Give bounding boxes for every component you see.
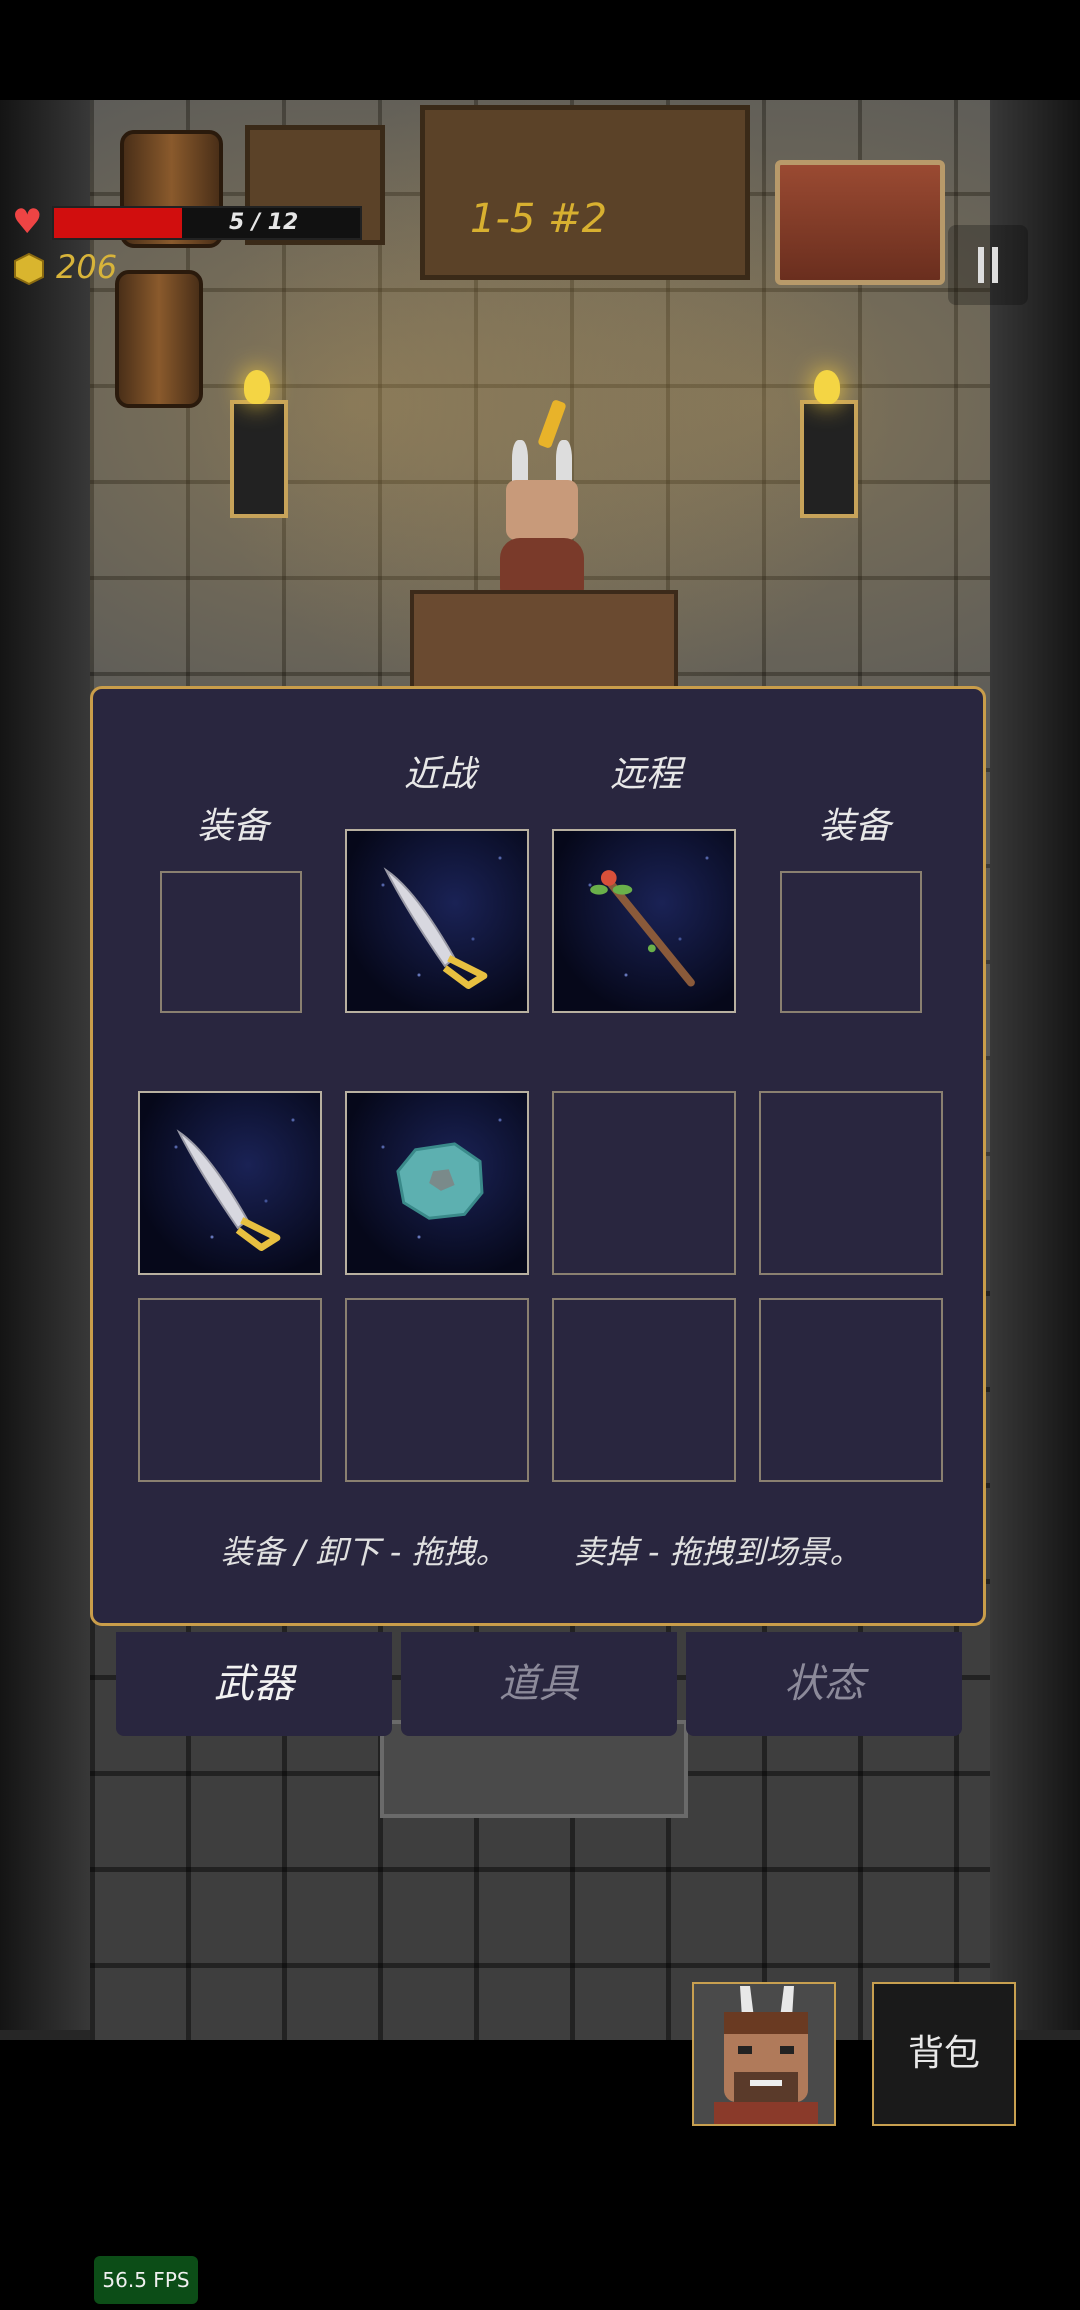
pause-icon: [978, 247, 984, 283]
staff-icon: [590, 870, 695, 987]
bag-slot[interactable]: [552, 1298, 736, 1482]
torch-pillar: [800, 400, 858, 518]
fps-counter: 56.5 FPS: [94, 2256, 198, 2304]
right-equip-label: 装备: [818, 806, 891, 847]
character-portrait[interactable]: [692, 1982, 836, 2126]
flame-icon: [244, 370, 270, 404]
bag-slot[interactable]: [759, 1298, 943, 1482]
bookshelf: [420, 105, 750, 280]
equip-slot-left[interactable]: [160, 871, 302, 1013]
barrel: [115, 270, 203, 408]
character-face-icon: [694, 1984, 834, 2124]
npc-head[interactable]: [506, 480, 578, 540]
torch-pillar: [230, 400, 288, 518]
help-text: 装备 / 卸下 - 拖拽。 卖掉 - 拖拽到场景。: [93, 1527, 989, 1573]
tab-weapons[interactable]: 武器: [116, 1632, 392, 1736]
bag-slot[interactable]: [345, 1298, 529, 1482]
sword-icon: [383, 867, 488, 989]
flame-icon: [814, 370, 840, 404]
level-indicator: 1-5 #2: [470, 196, 608, 242]
coin-icon: [14, 252, 44, 286]
equip-slot-right[interactable]: [780, 871, 922, 1013]
ranged-slot[interactable]: [552, 829, 736, 1013]
equip-hint: 装备 / 卸下 - 拖拽。: [220, 1533, 508, 1571]
left-equip-label: 装备: [196, 806, 269, 847]
tab-items[interactable]: 道具: [401, 1632, 677, 1736]
sell-hint: 卖掉 - 拖拽到场景。: [573, 1533, 862, 1571]
shop-table[interactable]: [410, 590, 678, 698]
ranged-label: 远程: [609, 754, 682, 795]
pause-icon: [992, 247, 998, 283]
health-bar-fill: [54, 208, 182, 238]
treasure-chest[interactable]: [775, 160, 945, 285]
melee-label: 近战: [403, 754, 476, 795]
heart-icon: ♥: [12, 202, 43, 242]
bag-slot[interactable]: [138, 1298, 322, 1482]
health-text: 5 / 12: [229, 210, 299, 235]
pause-button[interactable]: [948, 225, 1028, 305]
tab-status[interactable]: 状态: [686, 1632, 962, 1736]
bag-slot[interactable]: [345, 1091, 529, 1275]
bag-slot[interactable]: [759, 1091, 943, 1275]
inventory-panel: 装备 近战 远程 装备 装备 / 卸下 - 拖拽。 卖掉 - 拖拽到场景。: [90, 686, 986, 1626]
npc-body[interactable]: [500, 538, 584, 598]
backpack-button[interactable]: 背包: [872, 1982, 1016, 2126]
right-wall: [985, 100, 1080, 2030]
gold-count: 206: [56, 248, 118, 286]
health-bar: 5 / 12: [52, 206, 362, 240]
melee-slot[interactable]: [345, 829, 529, 1013]
sword-icon: [176, 1129, 281, 1251]
bag-slot[interactable]: [552, 1091, 736, 1275]
bag-slot[interactable]: [138, 1091, 322, 1275]
stone-icon: [396, 1142, 484, 1220]
left-wall: [0, 100, 95, 2030]
